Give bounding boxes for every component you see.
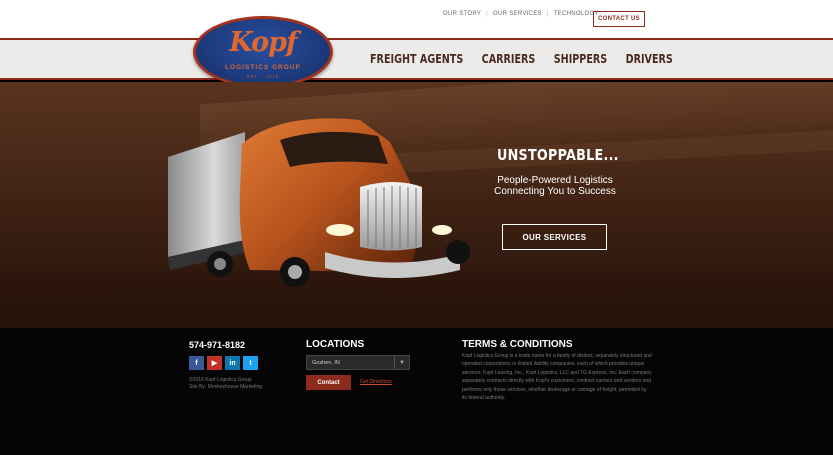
top-utility-bar <box>0 0 833 38</box>
location-selected-value: Goshen, IN <box>312 359 340 366</box>
twitter-icon[interactable]: t <box>243 356 258 370</box>
nav-shippers[interactable]: SHIPPERS <box>554 52 607 66</box>
headlight <box>432 225 452 235</box>
phone-number[interactable]: 574-971-8182 <box>189 340 245 350</box>
utility-nav: OUR STORY | OUR SERVICES | TECHNOLOGY <box>438 11 604 17</box>
hero-subtitle: People-Powered Logistics Connecting You … <box>470 175 640 197</box>
terms-text: Kopf Logistics Group is a trade name for… <box>462 353 652 402</box>
main-nav: FREIGHT AGENTS CARRIERS SHIPPERS DRIVERS <box>370 52 691 66</box>
nav-our-story[interactable]: OUR STORY <box>438 11 486 17</box>
logo-established: EST. · 1976 <box>247 74 279 79</box>
location-select[interactable]: Goshen, IN ▼ <box>306 355 410 370</box>
get-directions-link[interactable]: Get Directions <box>360 379 392 385</box>
hero-subtitle-line: People-Powered Logistics <box>497 175 613 186</box>
contact-us-button[interactable]: CONTACT US <box>593 11 645 27</box>
headlight <box>326 224 354 236</box>
nav-carriers[interactable]: CARRIERS <box>482 52 536 66</box>
logo-subtitle: LOGISTICS GROUP <box>225 64 301 71</box>
facebook-icon[interactable]: f <box>189 356 204 370</box>
locations-heading: LOCATIONS <box>306 339 365 350</box>
footer <box>0 328 833 455</box>
hero-title: UNSTOPPABLE... <box>497 146 619 164</box>
logo-wordmark: Kopf <box>229 27 297 58</box>
our-services-button[interactable]: OUR SERVICES <box>502 224 607 250</box>
copyright-text: ©2016 Kopf Logistics Group <box>189 377 252 383</box>
linkedin-icon[interactable]: in <box>225 356 240 370</box>
copyright-block: ©2016 Kopf Logistics Group Site By: Monk… <box>189 377 262 391</box>
nav-drivers[interactable]: DRIVERS <box>626 52 673 66</box>
hero-subtitle-line: Connecting You to Success <box>494 186 616 197</box>
youtube-icon[interactable]: ▶ <box>207 356 222 370</box>
chevron-down-icon[interactable]: ▼ <box>394 356 409 369</box>
terms-heading: TERMS & CONDITIONS <box>462 339 573 350</box>
truck-image <box>168 118 470 287</box>
social-links: f ▶ in t <box>189 356 258 370</box>
trailer-shape <box>168 132 245 257</box>
nav-our-services[interactable]: OUR SERVICES <box>488 11 547 17</box>
truck-grill <box>360 182 422 251</box>
wheel <box>446 240 470 264</box>
kopf-logo[interactable]: Kopf LOGISTICS GROUP EST. · 1976 <box>193 16 333 88</box>
nav-freight-agents[interactable]: FREIGHT AGENTS <box>370 52 463 66</box>
site-credit[interactable]: Site By: Monkeyhouse Marketing <box>189 384 262 391</box>
location-contact-button[interactable]: Contact <box>306 375 351 390</box>
